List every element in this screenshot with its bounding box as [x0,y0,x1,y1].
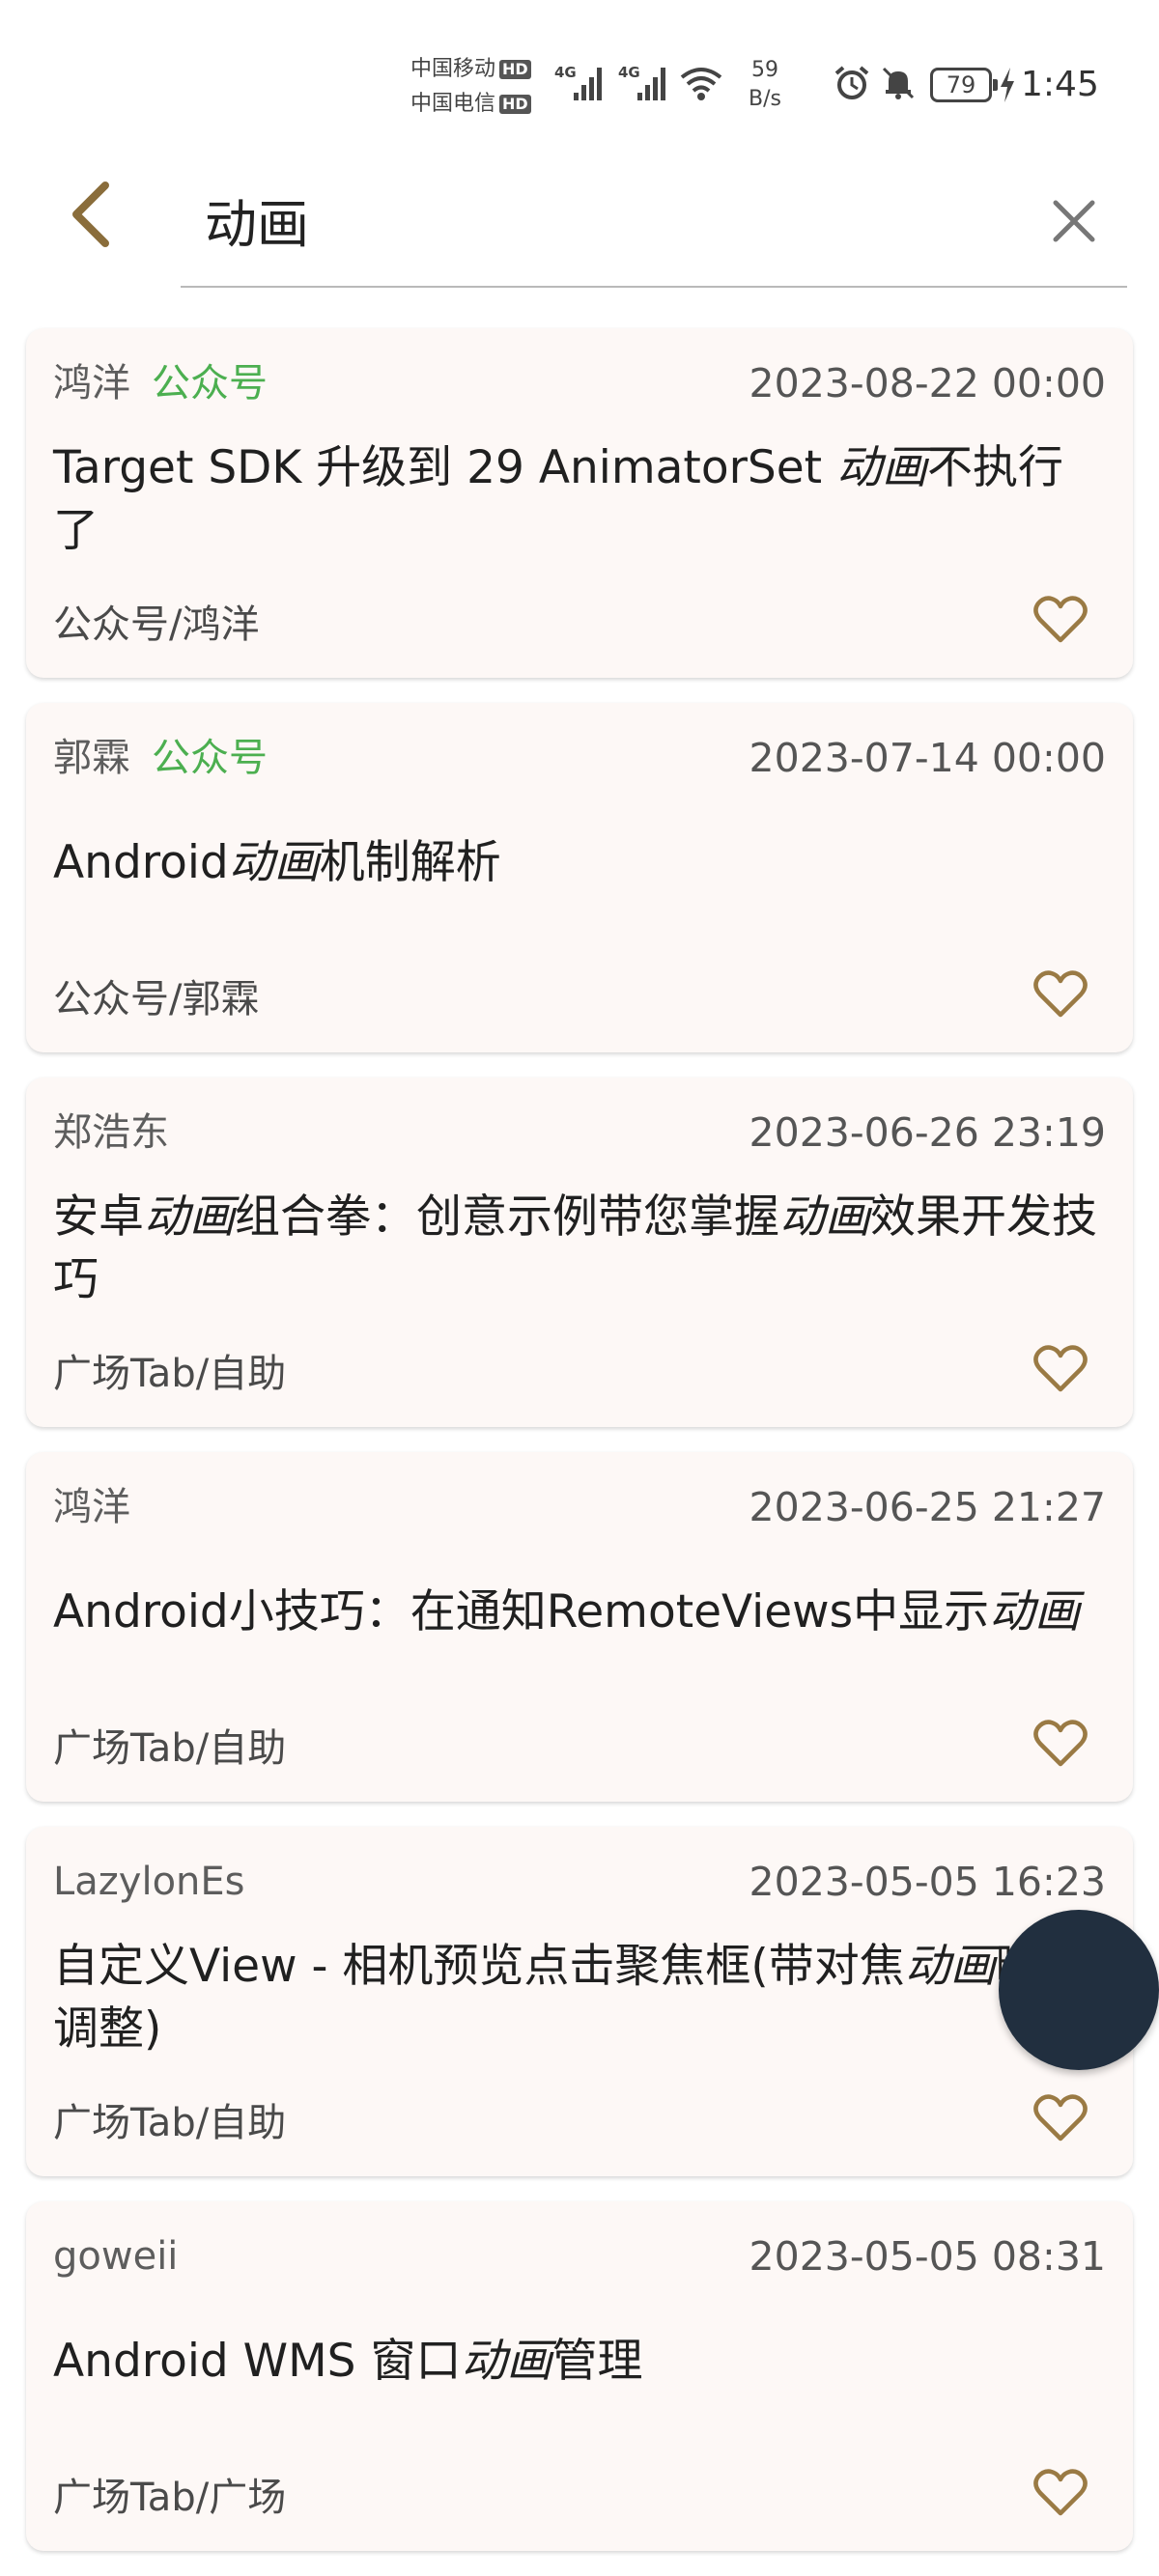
network-label-2: 4G [618,64,640,81]
search-input[interactable] [205,176,997,263]
favorite-button[interactable] [1027,2462,1094,2524]
charging-icon [1001,68,1014,102]
article-card[interactable]: 鸿洋 2023-06-25 21:27 Android小技巧：在通知Remote… [26,1452,1133,1802]
article-card[interactable]: 鸿洋 公众号 2023-08-22 00:00 Target SDK 升级到 2… [26,328,1133,678]
article-title: 安卓动画组合拳：创意示例带您掌握动画效果开发技巧 [53,1190,1097,1306]
wifi-icon [680,68,722,100]
article-author: 鸿洋 [53,1485,130,1529]
article-chapter: 公众号/鸿洋 [53,602,260,647]
status-icons [833,64,918,102]
heart-outline-icon [1033,2094,1088,2142]
article-chapter: 公众号/郭霖 [53,977,260,1022]
floating-action-button[interactable] [999,1910,1159,2070]
article-tag: 公众号 [152,361,268,406]
article-card[interactable]: 郑浩东 2023-06-26 23:19 安卓动画组合拳：创意示例带您掌握动画效… [26,1078,1133,1427]
article-chapter: 广场Tab/自助 [53,1726,287,1771]
article-date: 2023-08-22 00:00 [749,360,1106,406]
article-list: 鸿洋 公众号 2023-08-22 00:00 Target SDK 升级到 2… [26,328,1133,2576]
article-author: 郑浩东 [53,1110,169,1155]
heart-outline-icon [1033,1345,1088,1392]
search-bar [181,164,1127,288]
article-card[interactable]: LazylonEs 2023-05-05 16:23 自定义View - 相机预… [26,1827,1133,2176]
article-date: 2023-07-14 00:00 [749,735,1106,781]
alarm-icon [834,66,869,99]
article-chapter: 广场Tab/自助 [53,2101,287,2145]
network-speed: 59 B/s [749,58,781,111]
network-label-1: 4G [554,64,577,81]
article-title: Target SDK 升级到 29 AnimatorSet 动画不执行了 [53,441,1064,557]
close-icon [1053,200,1095,242]
back-arrow-icon [72,182,109,247]
favorite-button[interactable] [1027,1713,1094,1775]
heart-outline-icon [1033,970,1088,1018]
article-author: LazylonEs [53,1860,245,1904]
article-chapter: 广场Tab/自助 [53,1352,287,1396]
carrier-2: 中国电信 [410,92,496,116]
favorite-button[interactable] [1027,589,1094,651]
article-date: 2023-06-26 23:19 [749,1109,1106,1156]
article-author: 鸿洋 [53,361,130,406]
signal-icon: 4G [618,64,665,100]
carrier-info: 中国移动 HD 中国电信 HD [410,52,531,122]
clear-search-button[interactable] [1031,178,1117,265]
article-title: Android小技巧：在通知RemoteViews中显示动画 [53,1585,1081,1638]
clock: 1:45 [1021,65,1099,104]
favorite-button[interactable] [1027,1338,1094,1400]
favorite-button[interactable] [1027,2087,1094,2149]
article-date: 2023-05-05 16:23 [749,1859,1106,1905]
heart-outline-icon [1033,2469,1088,2516]
article-author: goweii [53,2234,179,2279]
mute-bell-icon [882,67,915,99]
article-title: Android WMS 窗口动画管理 [53,2335,643,2388]
article-card[interactable]: goweii 2023-05-05 08:31 Android WMS 窗口动画… [26,2201,1133,2551]
heart-outline-icon [1033,596,1088,643]
hd-badge: HD [499,95,531,114]
article-chapter: 广场Tab/广场 [53,2476,287,2520]
article-card[interactable]: 郭霖 公众号 2023-07-14 00:00 Android动画机制解析 公众… [26,703,1133,1052]
article-title: Android动画机制解析 [53,836,501,889]
article-tag: 公众号 [152,736,268,780]
article-date: 2023-05-05 08:31 [749,2233,1106,2280]
signal-icon: 4G [554,64,602,100]
status-bar: 中国移动 HD 中国电信 HD 4G 4G 59 B/s 79 1:45 [0,0,1159,145]
battery-indicator: 79 [930,68,998,102]
article-date: 2023-06-25 21:27 [749,1484,1106,1530]
heart-outline-icon [1033,1720,1088,1767]
back-button[interactable] [50,166,131,263]
carrier-1: 中国移动 [410,57,496,81]
favorite-button[interactable] [1027,964,1094,1025]
article-author: 郭霖 [53,736,130,780]
article-title: 自定义View - 相机预览点击聚焦框(带对焦动画曝光调整) [53,1940,1087,2056]
hd-badge: HD [499,60,531,79]
